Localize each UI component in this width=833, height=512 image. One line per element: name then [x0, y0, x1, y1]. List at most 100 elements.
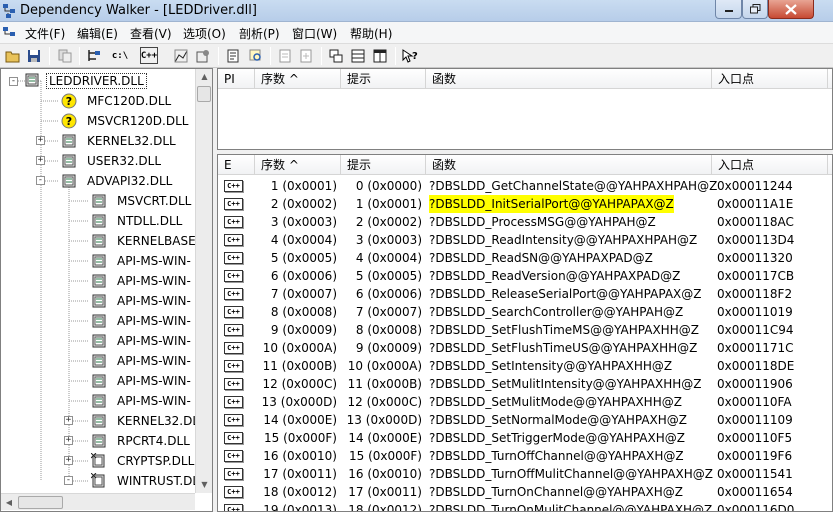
hint-cell: 16 (0x0010) — [348, 467, 422, 481]
expand-icon[interactable]: + — [36, 136, 45, 145]
tree-item[interactable]: API-MS-WIN- — [91, 291, 193, 311]
tree-item[interactable]: MSVCRT.DLL — [91, 191, 193, 211]
imports-col-hint[interactable]: 提示 — [341, 69, 426, 89]
menu-view[interactable]: 查看(V) — [130, 25, 172, 42]
tile-vertical-button[interactable] — [371, 47, 389, 64]
scroll-left-arrow-icon[interactable]: ◀ — [1, 494, 17, 511]
table-row[interactable]: C++ 11 (0x000B) 10 (0x000A) ?DBSLDD_SetInte… — [218, 357, 832, 375]
module-tree[interactable]: - LEDDRIVER.DLL? MFC120D.DLL? MSVCR120D.DLL… — [0, 68, 213, 512]
menu-options[interactable]: 选项(O) — [183, 25, 226, 42]
unc-paths-button[interactable]: c:\ — [111, 47, 129, 64]
table-row[interactable]: C++ 1 (0x0001) 0 (0x0000) ?DBSLDD_GetChanne… — [218, 177, 832, 195]
table-row[interactable]: C++ 7 (0x0007) 6 (0x0006) ?DBSLDD_ReleaseSe… — [218, 285, 832, 303]
table-row[interactable]: C++ 18 (0x0012) 17 (0x0011) ?DBSLDD_TurnOnC… — [218, 483, 832, 501]
tree-item[interactable]: API-MS-WIN- — [91, 311, 193, 331]
imports-col-ordinal[interactable]: 序数 ^ — [255, 69, 341, 89]
exports-list[interactable]: E 序数 ^ 提示 函数 入口点 C++ 1 (0x0001) 0 (0x0000)… — [217, 154, 833, 512]
copy-button[interactable] — [56, 47, 74, 64]
tree-item[interactable]: API-MS-WIN- — [91, 251, 193, 271]
table-row[interactable]: C++ 9 (0x0009) 8 (0x0008) ?DBSLDD_SetFlushT… — [218, 321, 832, 339]
exports-col-function[interactable]: 函数 — [426, 155, 712, 175]
table-row[interactable]: C++ 8 (0x0008) 7 (0x0007) ?DBSLDD_SearchCon… — [218, 303, 832, 321]
find-button[interactable] — [276, 47, 294, 64]
menu-window[interactable]: 窗口(W) — [292, 25, 337, 42]
close-button[interactable] — [768, 0, 814, 19]
tile-horizontal-button[interactable] — [349, 47, 367, 64]
tree-item-root[interactable]: - LEDDRIVER.DLL — [9, 71, 147, 91]
menu-edit[interactable]: 编辑(E) — [77, 25, 118, 42]
exports-col-ordinal[interactable]: 序数 ^ — [255, 155, 341, 175]
table-row[interactable]: C++ 17 (0x0011) 16 (0x0010) ?DBSLDD_TurnOff… — [218, 465, 832, 483]
expand-icon[interactable]: + — [36, 156, 45, 165]
ordinal-cell: 7 (0x0007) — [270, 287, 337, 301]
configure-button[interactable] — [194, 47, 212, 64]
collapse-icon[interactable]: - — [64, 476, 73, 485]
exports-col-entry[interactable]: 入口点 — [712, 155, 828, 175]
tree-item[interactable]: API-MS-WIN- — [91, 371, 193, 391]
table-row[interactable]: C++ 4 (0x0004) 3 (0x0003) ?DBSLDD_ReadInten… — [218, 231, 832, 249]
collapse-icon[interactable]: - — [9, 76, 18, 86]
find-next-button[interactable] — [297, 47, 315, 64]
scroll-thumb-horizontal[interactable] — [18, 496, 63, 509]
auto-expand-button[interactable] — [172, 47, 190, 64]
scroll-up-arrow-icon[interactable]: ▲ — [196, 69, 213, 85]
save-button[interactable] — [25, 47, 43, 64]
tree-vertical-scrollbar[interactable]: ▲ ▼ — [195, 69, 212, 493]
tree-item[interactable]: ? MSVCR120D.DLL — [61, 111, 190, 131]
tree-item[interactable]: USER32.DLL — [61, 151, 163, 171]
tree-item[interactable]: ? MFC120D.DLL — [61, 91, 173, 111]
tree-item[interactable]: API-MS-WIN- — [91, 351, 193, 371]
tree-item[interactable]: API-MS-WIN- — [91, 331, 193, 351]
exports-col-e[interactable]: E — [218, 155, 255, 175]
expand-icon[interactable]: + — [64, 456, 73, 465]
tree-item[interactable]: NTDLL.DLL — [91, 211, 184, 231]
table-row[interactable]: C++ 12 (0x000C) 11 (0x000B) ?DBSLDD_SetMuli… — [218, 375, 832, 393]
open-button[interactable] — [4, 47, 22, 64]
full-paths-button[interactable] — [85, 47, 103, 64]
menu-help[interactable]: 帮助(H) — [350, 25, 392, 42]
document-window-icon[interactable] — [3, 27, 17, 40]
scroll-down-arrow-icon[interactable]: ▼ — [196, 477, 213, 493]
exports-col-hint[interactable]: 提示 — [341, 155, 426, 175]
menu-profile[interactable]: 剖析(P) — [239, 25, 280, 42]
entry-point-cell: 0x00011C94 — [717, 323, 794, 337]
expand-icon[interactable]: + — [64, 416, 73, 425]
table-row[interactable]: C++ 5 (0x0005) 4 (0x0004) ?DBSLDD_ReadSN@@Y… — [218, 249, 832, 267]
view-module-button[interactable] — [247, 47, 265, 64]
menu-file[interactable]: 文件(F) — [25, 25, 65, 42]
cascade-button[interactable] — [327, 47, 345, 64]
table-row[interactable]: C++ 14 (0x000E) 13 (0x000D) ?DBSLDD_SetNorm… — [218, 411, 832, 429]
table-row[interactable]: C++ 6 (0x0006) 5 (0x0005) ?DBSLDD_ReadVersi… — [218, 267, 832, 285]
imports-col-entry[interactable]: 入口点 — [712, 69, 828, 89]
minimize-button[interactable] — [715, 0, 742, 19]
tree-item[interactable]: ADVAPI32.DLL — [61, 171, 174, 191]
tree-item[interactable]: RPCRT4.DLL — [91, 431, 192, 451]
table-row[interactable]: C++ 3 (0x0003) 2 (0x0002) ?DBSLDD_ProcessMS… — [218, 213, 832, 231]
tree-item[interactable]: KERNEL32.DLL — [61, 131, 178, 151]
table-row[interactable]: C++ 2 (0x0002) 1 (0x0001) ?DBSLDD_InitSeria… — [218, 195, 832, 213]
scroll-thumb[interactable] — [197, 86, 211, 102]
tree-item[interactable]: CRYPTSP.DLL — [91, 451, 196, 471]
entry-point-cell: 0x00011A1E — [717, 197, 794, 211]
collapse-icon[interactable]: - — [36, 176, 45, 185]
imports-list[interactable]: PI 序数 ^ 提示 函数 入口点 — [217, 68, 833, 150]
imports-col-function[interactable]: 函数 — [426, 69, 712, 89]
properties-button[interactable] — [224, 47, 242, 64]
undecorate-cpp-button[interactable]: C++ — [140, 47, 158, 64]
tree-item[interactable]: KERNEL32.DLL — [91, 411, 208, 431]
table-row[interactable]: C++ 13 (0x000D) 12 (0x000C) ?DBSLDD_SetMuli… — [218, 393, 832, 411]
function-cell: ?DBSLDD_SearchController@@YAHPAH@Z — [429, 305, 684, 319]
table-row[interactable]: C++ 15 (0x000F) 14 (0x000E) ?DBSLDD_SetTrig… — [218, 429, 832, 447]
tree-item[interactable]: API-MS-WIN- — [91, 391, 193, 411]
expand-icon[interactable]: + — [64, 436, 73, 445]
table-row[interactable]: C++ 16 (0x0010) 15 (0x000F) ?DBSLDD_TurnOff… — [218, 447, 832, 465]
table-row[interactable]: C++ 19 (0x0013) 18 (0x0012) ?DBSLDD_TurnOnM… — [218, 501, 832, 511]
tree-item[interactable]: WINTRUST.DLL — [91, 471, 208, 491]
tree-item[interactable]: KERNELBASE. — [91, 231, 202, 251]
table-row[interactable]: C++ 10 (0x000A) 9 (0x0009) ?DBSLDD_SetFlush… — [218, 339, 832, 357]
tree-item[interactable]: API-MS-WIN- — [91, 271, 193, 291]
imports-col-pi[interactable]: PI — [218, 69, 255, 89]
context-help-button[interactable]: ? — [401, 47, 419, 64]
maximize-button[interactable] — [742, 0, 768, 19]
tree-horizontal-scrollbar[interactable]: ◀ — [1, 493, 195, 510]
